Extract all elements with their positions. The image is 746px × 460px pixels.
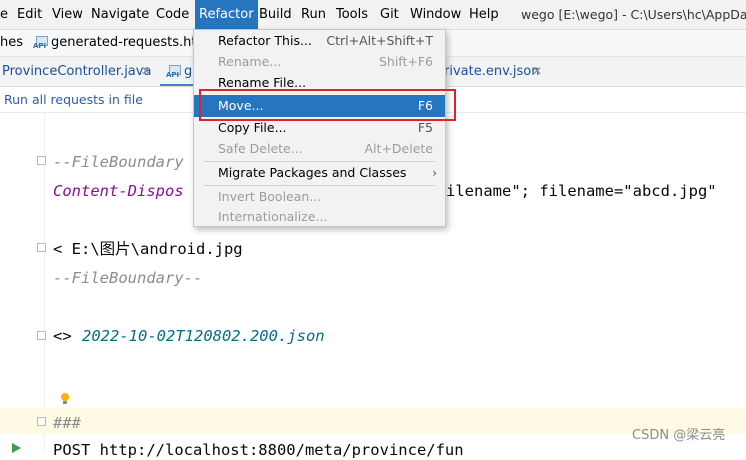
menu-item-rename[interactable]: Rename... Shift+F6: [194, 51, 445, 73]
fold-icon[interactable]: [37, 417, 46, 426]
menu-item-copy-file[interactable]: Copy File... F5: [194, 117, 445, 139]
menu-window[interactable]: Window: [410, 0, 461, 29]
run-request-icon[interactable]: [12, 443, 21, 453]
code-line-fragment[interactable]: ilename"; filename="abcd.jpg": [446, 181, 717, 201]
breadcrumb-prefix[interactable]: hes: [0, 30, 23, 56]
fold-icon[interactable]: [37, 331, 46, 340]
lightbulb-icon[interactable]: [60, 393, 70, 405]
refactor-dropdown-menu: Refactor This... Ctrl+Alt+Shift+T Rename.…: [193, 29, 446, 227]
menu-help[interactable]: Help: [469, 0, 499, 29]
menu-item-move[interactable]: Move... F6: [194, 95, 445, 117]
menu-git[interactable]: Git: [380, 0, 399, 29]
menu-run[interactable]: Run: [301, 0, 326, 29]
run-all-requests-button[interactable]: Run all requests in file: [4, 87, 143, 112]
menu-item-refactor-this[interactable]: Refactor This... Ctrl+Alt+Shift+T: [194, 30, 445, 52]
tab-province-controller[interactable]: ProvinceController.java: [2, 57, 151, 86]
code-line[interactable]: --FileBoundary: [53, 152, 184, 172]
menu-navigate[interactable]: Navigate: [91, 0, 149, 29]
tab-private-env[interactable]: rivate.env.json: [444, 57, 539, 86]
watermark: CSDN @梁云亮: [632, 428, 726, 443]
menu-item-internationalize[interactable]: Internationalize...: [194, 206, 445, 228]
menu-edit[interactable]: Edit: [17, 0, 42, 29]
chevron-right-icon: ›: [432, 166, 437, 180]
code-line[interactable]: POST http://localhost:8800/meta/province…: [53, 440, 464, 460]
http-file-icon: API: [166, 65, 181, 79]
menu-item-safe-delete[interactable]: Safe Delete... Alt+Delete: [194, 138, 445, 160]
code-line[interactable]: < E:\图片\android.jpg: [53, 239, 243, 259]
code-line[interactable]: <>: [53, 326, 81, 346]
menu-tools[interactable]: Tools: [336, 0, 368, 29]
menu-code[interactable]: Code: [156, 0, 189, 29]
code-line[interactable]: --FileBoundary--: [53, 268, 202, 288]
response-file-link[interactable]: 2022-10-02T120802.200.json: [82, 326, 325, 346]
fold-icon[interactable]: [37, 156, 46, 165]
menu-bar: e Edit View Navigate Code Refactor Build…: [0, 0, 746, 30]
menu-item-invert-boolean[interactable]: Invert Boolean...: [194, 186, 445, 208]
code-line[interactable]: Content-Dispos: [53, 181, 184, 201]
code-line[interactable]: ###: [53, 413, 81, 433]
menu-build[interactable]: Build: [259, 0, 292, 29]
menu-view[interactable]: View: [52, 0, 83, 29]
menu-item-rename-file[interactable]: Rename File...: [194, 72, 445, 94]
close-icon[interactable]: ✕: [141, 57, 151, 86]
menu-file[interactable]: e: [0, 0, 8, 29]
breadcrumb-file[interactable]: generated-requests.http: [51, 30, 210, 56]
close-icon[interactable]: ✕: [532, 57, 542, 86]
menu-refactor[interactable]: Refactor: [195, 0, 258, 29]
menu-item-migrate-packages[interactable]: Migrate Packages and Classes ›: [194, 162, 445, 184]
fold-icon[interactable]: [37, 243, 46, 252]
window-title: wego [E:\wego] - C:\Users\hc\AppData: [521, 7, 746, 22]
http-file-icon: API: [33, 36, 48, 50]
tab-generated-requests[interactable]: g: [184, 57, 192, 86]
